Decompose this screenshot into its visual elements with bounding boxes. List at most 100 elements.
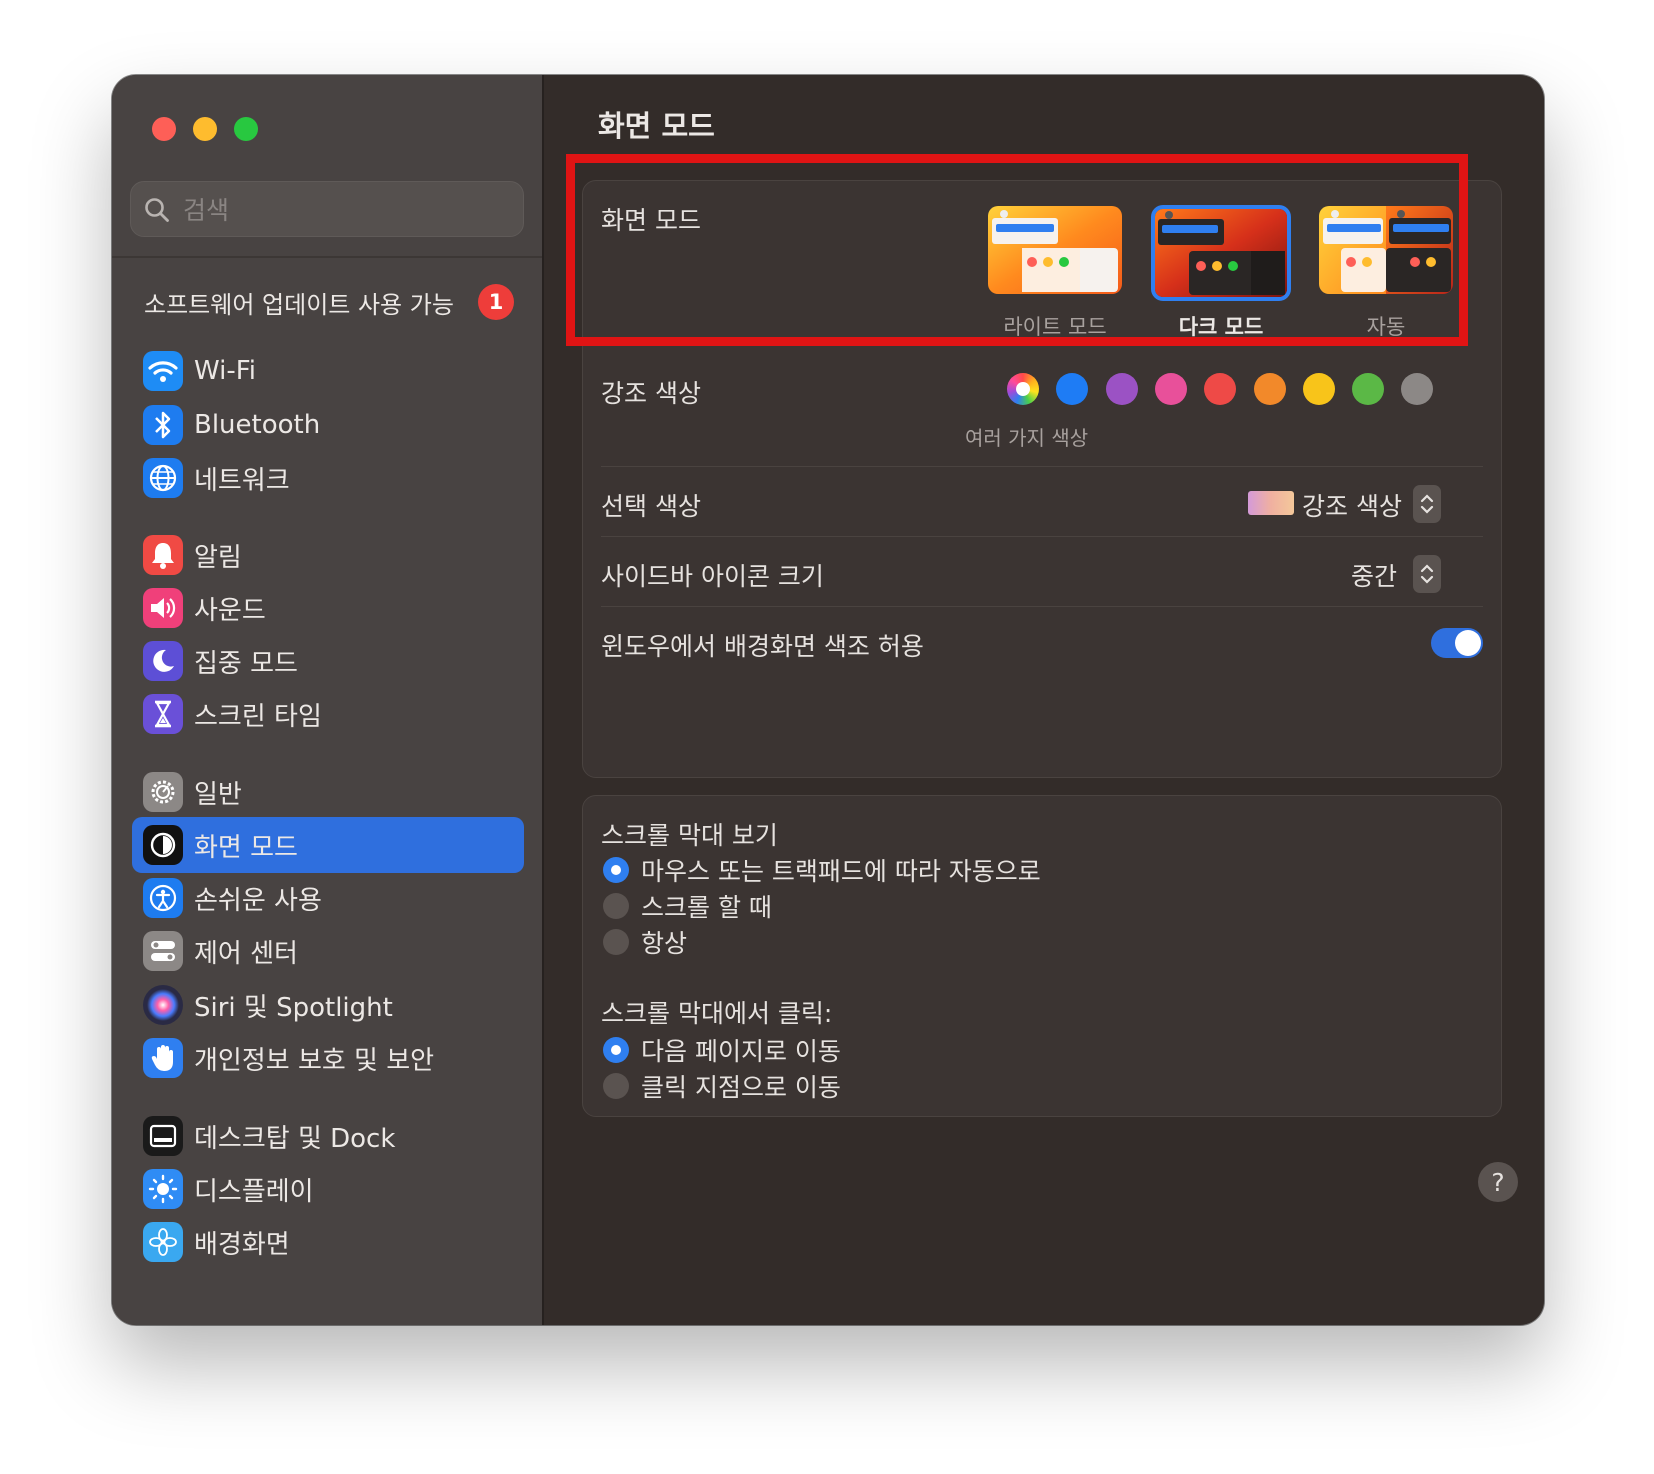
- sidebar-item-privacy-security[interactable]: 개인정보 보호 및 보안: [132, 1030, 524, 1086]
- radio-button[interactable]: [603, 893, 629, 919]
- dock-icon: [143, 1116, 183, 1156]
- row-divider: [601, 606, 1483, 607]
- sidebar-item-sound[interactable]: 사운드: [132, 580, 524, 636]
- accent-color-label: 강조 색상: [601, 379, 701, 408]
- sidebar-item-label: 화면 모드: [194, 832, 298, 863]
- sidebar-item-control-center[interactable]: 제어 센터: [132, 923, 524, 979]
- sidebar-item-label: 디스플레이: [194, 1176, 314, 1207]
- radio-button[interactable]: [603, 857, 629, 883]
- chevron-updown-icon: [1420, 494, 1434, 514]
- sidebar-item-desktop-dock[interactable]: 데스크탑 및 Dock: [132, 1108, 524, 1164]
- accent-swatch[interactable]: [1401, 373, 1434, 405]
- sidebar-item-siri-spotlight[interactable]: Siri 및 Spotlight: [132, 977, 524, 1033]
- accent-swatch-selected-dot: [1016, 382, 1030, 396]
- sidebar-item-label: 손쉬운 사용: [194, 885, 322, 916]
- sidebar-item-label: 배경화면: [194, 1229, 290, 1260]
- toggle-knob: [1455, 630, 1481, 656]
- search-field[interactable]: [130, 181, 524, 238]
- accent-color-caption: 여러 가지 색상: [965, 426, 1089, 450]
- radio-button[interactable]: [603, 1073, 629, 1099]
- chevron-updown-icon: [1420, 564, 1434, 584]
- software-update-item[interactable]: 소프트웨어 업데이트 사용 가능 1: [144, 282, 514, 322]
- annotation-highlight-box: [566, 154, 1468, 346]
- close-button[interactable]: [152, 117, 176, 141]
- row-divider: [601, 536, 1483, 537]
- sidebar-item-label: 스크린 타임: [194, 701, 322, 732]
- radio-label: 스크롤 할 때: [641, 893, 772, 922]
- highlight-color-popup[interactable]: [1413, 485, 1441, 523]
- sidebar-item-general[interactable]: 일반: [132, 764, 524, 820]
- sidebar-item-focus[interactable]: 집중 모드: [132, 633, 524, 689]
- radio-label: 마우스 또는 트랙패드에 따라 자동으로: [641, 857, 1041, 886]
- sidebar-item-label: 사운드: [194, 595, 266, 626]
- gear-icon: [143, 772, 183, 812]
- sidebar-item-label: Wi-Fi: [194, 356, 257, 386]
- radio-option-next-page[interactable]: 다음 페이지로 이동: [603, 1032, 841, 1068]
- sidebar: 소프트웨어 업데이트 사용 가능 1 Wi-Fi Bluetooth 네트워크: [112, 75, 544, 1325]
- radio-option-automatic[interactable]: 마우스 또는 트랙패드에 따라 자동으로: [603, 852, 1041, 888]
- hourglass-icon: [143, 694, 183, 734]
- sidebar-item-network[interactable]: 네트워크: [132, 450, 524, 506]
- hand-icon: [143, 1038, 183, 1078]
- sidebar-item-wifi[interactable]: Wi-Fi: [132, 343, 524, 399]
- sidebar-item-displays[interactable]: 디스플레이: [132, 1161, 524, 1217]
- accent-swatch[interactable]: [1204, 373, 1237, 405]
- sidebar-item-bluetooth[interactable]: Bluetooth: [132, 397, 524, 453]
- wallpaper-tinting-label: 윈도우에서 배경화면 색조 허용: [601, 632, 924, 661]
- accent-swatch-multicolor[interactable]: [1007, 373, 1039, 405]
- radio-option-click-spot[interactable]: 클릭 지점으로 이동: [603, 1068, 841, 1104]
- scrollbar-settings-panel: 스크롤 막대 보기 마우스 또는 트랙패드에 따라 자동으로 스크롤 할 때 항…: [582, 795, 1502, 1117]
- sidebar-item-appearance[interactable]: 화면 모드: [132, 817, 524, 873]
- accent-swatch[interactable]: [1352, 373, 1385, 405]
- radio-option-always[interactable]: 항상: [603, 924, 687, 960]
- accent-swatch[interactable]: [1253, 373, 1286, 405]
- radio-label: 클릭 지점으로 이동: [641, 1073, 841, 1102]
- accessibility-icon: [143, 878, 183, 918]
- radio-button[interactable]: [603, 1037, 629, 1063]
- sidebar-item-label: 집중 모드: [194, 648, 298, 679]
- page-title: 화면 모드: [598, 109, 715, 143]
- show-scrollbars-label: 스크롤 막대 보기: [601, 821, 778, 850]
- wifi-icon: [143, 351, 183, 391]
- zoom-button[interactable]: [234, 117, 258, 141]
- help-button[interactable]: ?: [1478, 1162, 1518, 1202]
- sidebar-item-label: 데스크탑 및 Dock: [194, 1123, 396, 1154]
- row-divider: [601, 466, 1483, 467]
- control-center-icon: [143, 931, 183, 971]
- sidebar-item-label: 알림: [194, 542, 242, 573]
- update-count-badge: 1: [478, 284, 514, 320]
- accent-swatch[interactable]: [1056, 373, 1089, 405]
- sidebar-item-label: Siri 및 Spotlight: [194, 992, 393, 1023]
- highlight-color-value[interactable]: 강조 색상: [1302, 487, 1402, 523]
- scrollbar-click-label: 스크롤 막대에서 클릭:: [601, 999, 833, 1028]
- sidebar-item-wallpaper[interactable]: 배경화면: [132, 1214, 524, 1270]
- radio-option-when-scrolling[interactable]: 스크롤 할 때: [603, 888, 772, 924]
- sidebar-item-label: 개인정보 보호 및 보안: [194, 1045, 435, 1076]
- radio-button[interactable]: [603, 929, 629, 955]
- sidebar-item-accessibility[interactable]: 손쉬운 사용: [132, 870, 524, 926]
- appearance-icon: [143, 825, 183, 865]
- sidebar-icon-size-label: 사이드바 아이콘 크기: [601, 562, 824, 591]
- moon-icon: [143, 641, 183, 681]
- sidebar-item-screen-time[interactable]: 스크린 타임: [132, 686, 524, 742]
- minimize-button[interactable]: [193, 117, 217, 141]
- sidebar-separator: [112, 256, 542, 258]
- globe-icon: [143, 458, 183, 498]
- sidebar-item-notifications[interactable]: 알림: [132, 527, 524, 583]
- radio-label: 항상: [641, 929, 688, 958]
- accent-swatch[interactable]: [1302, 373, 1335, 405]
- highlight-color-label: 선택 색상: [601, 492, 701, 521]
- radio-label: 다음 페이지로 이동: [641, 1037, 841, 1066]
- window-controls: [152, 117, 258, 141]
- sidebar-icon-size-value[interactable]: 중간: [1351, 557, 1397, 593]
- flower-icon: [143, 1222, 183, 1262]
- software-update-label: 소프트웨어 업데이트 사용 가능: [144, 290, 454, 319]
- search-input[interactable]: [181, 182, 505, 238]
- accent-swatch[interactable]: [1105, 373, 1138, 405]
- search-icon: [145, 198, 169, 222]
- wallpaper-tinting-toggle[interactable]: [1431, 628, 1483, 658]
- accent-swatch[interactable]: [1154, 373, 1187, 405]
- sidebar-icon-size-popup[interactable]: [1413, 555, 1441, 593]
- sun-icon: [143, 1169, 183, 1209]
- highlight-color-preview: [1248, 491, 1294, 515]
